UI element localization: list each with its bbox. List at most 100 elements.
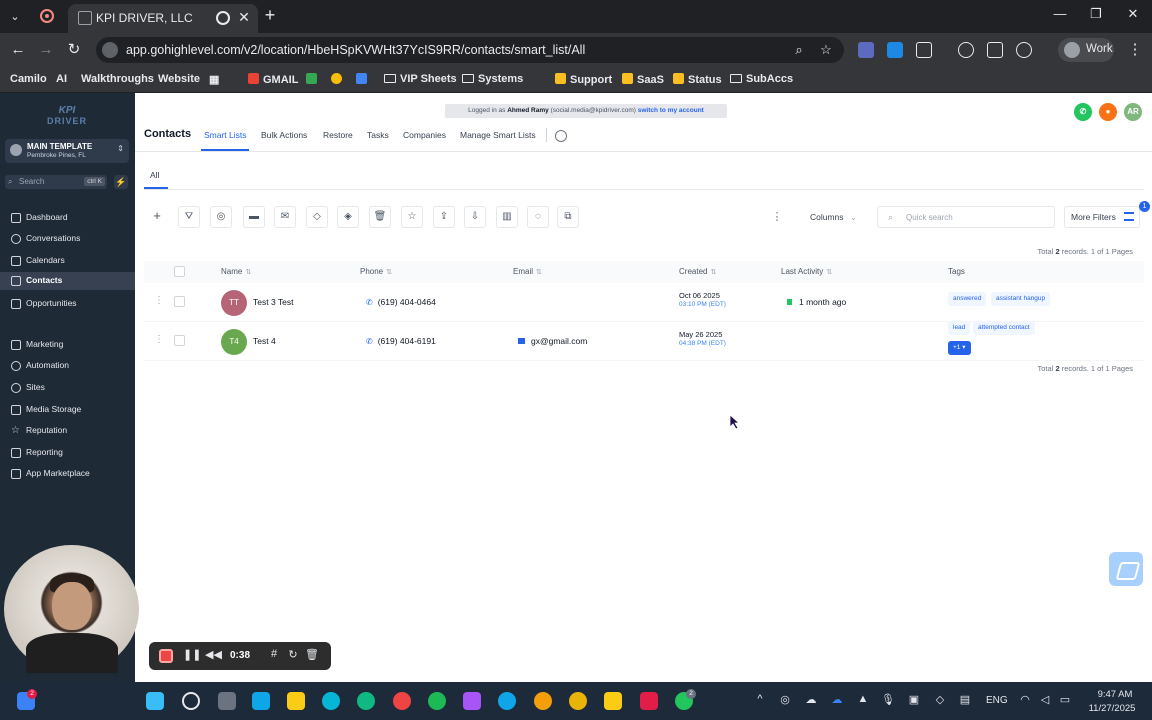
chrome-bookmark-icon[interactable] xyxy=(331,73,346,86)
drive-tray-icon[interactable]: ▲ xyxy=(856,693,870,705)
more-options-icon[interactable]: ⋮ xyxy=(770,210,784,223)
tab-bulk-actions[interactable]: Bulk Actions xyxy=(261,130,307,140)
bookmark-status[interactable]: Status xyxy=(673,73,722,86)
microphone-icon[interactable]: 🎙 xyxy=(881,693,895,706)
tray-app-3-icon[interactable]: ◇ xyxy=(933,693,947,706)
sidebar-item-conversations[interactable]: Conversations xyxy=(0,230,135,248)
add-tag-icon[interactable]: ◇ xyxy=(306,206,328,228)
sidebar-item-automation[interactable]: Automation xyxy=(0,357,135,375)
chrome-icon[interactable] xyxy=(393,692,411,710)
bookmark-camilo[interactable]: Camilo xyxy=(10,73,47,85)
contact-email[interactable]: gx@gmail.com xyxy=(518,336,587,346)
slack-icon[interactable] xyxy=(640,692,658,710)
sidebar-item-contacts[interactable]: Contacts xyxy=(0,272,135,290)
sidebar-search-input[interactable]: ⌕ Search ctrl K xyxy=(5,175,107,189)
account-switcher[interactable]: MAIN TEMPLATE Pembroke Pines, FL ⇕ xyxy=(5,139,129,163)
contact-phone[interactable]: ✆ (619) 404-0464 xyxy=(366,297,436,307)
rewind-icon[interactable]: ◀◀ xyxy=(205,648,222,661)
windows-start-icon[interactable] xyxy=(146,692,164,710)
restore-icon[interactable]: ❐ xyxy=(1086,6,1106,22)
tab-smart-lists[interactable]: Smart Lists xyxy=(204,130,247,140)
columns-button[interactable]: Columns ⌄ xyxy=(800,206,866,228)
bookmark-walkthroughs[interactable]: Walkthroughs xyxy=(81,73,154,85)
battery-icon[interactable]: ▭ xyxy=(1058,693,1072,706)
column-header-email[interactable]: Email ⇅ xyxy=(513,267,542,276)
message-icon[interactable]: ▬ xyxy=(243,206,265,228)
review-star-icon[interactable]: ☆ xyxy=(401,206,423,228)
whatsapp-icon[interactable]: ◌ xyxy=(527,206,549,228)
new-tab-button[interactable]: + xyxy=(262,5,278,25)
bookmark-star-icon[interactable]: ☆ xyxy=(818,42,834,58)
address-bar[interactable]: app.gohighlevel.com/v2/location/HbeHSpKV… xyxy=(96,37,844,63)
stop-recording-button[interactable] xyxy=(159,649,173,663)
bookmark-website[interactable]: Website xyxy=(158,73,200,85)
apps-grid-icon[interactable]: ▦ xyxy=(209,73,219,86)
smart-list-tab-all[interactable]: All xyxy=(150,170,159,180)
extension-1-icon[interactable] xyxy=(858,42,874,58)
bookmark-gmail[interactable]: GMAIL xyxy=(248,73,298,86)
link-icon[interactable] xyxy=(1016,42,1032,58)
wifi-icon[interactable]: ◠ xyxy=(1018,693,1032,706)
sidebar-item-marketing[interactable]: Marketing xyxy=(0,336,135,354)
contact-name[interactable]: Test 4 xyxy=(253,336,276,346)
browser-menu-icon[interactable]: ⋮ xyxy=(1126,41,1144,59)
delete-icon[interactable]: 🗑 xyxy=(369,206,391,228)
extensions-puzzle-icon[interactable] xyxy=(916,42,932,58)
file-explorer-icon[interactable] xyxy=(287,692,305,710)
quick-search-input[interactable]: ⌕ Quick search xyxy=(877,206,1055,228)
row-checkbox[interactable] xyxy=(174,296,185,307)
clock-date[interactable]: 11/27/2025 xyxy=(1084,703,1140,714)
tab-close-icon[interactable]: ✕ xyxy=(236,9,252,26)
url-text[interactable]: app.gohighlevel.com/v2/location/HbeHSpKV… xyxy=(126,43,585,57)
sidebar-item-calendars[interactable]: Calendars xyxy=(0,252,135,270)
minimize-icon[interactable]: — xyxy=(1050,6,1070,21)
cloud-icon[interactable]: ☁ xyxy=(804,693,818,706)
bookmark-saas[interactable]: SaaS xyxy=(622,73,664,86)
window-close-icon[interactable]: ✕ xyxy=(1123,6,1143,22)
tab-search-icon[interactable]: ⌄ xyxy=(6,8,24,26)
duplicate-icon[interactable]: ⧉ xyxy=(557,206,579,228)
sidebar-item-app-marketplace[interactable]: App Marketplace xyxy=(0,465,135,483)
sidebar-item-reporting[interactable]: Reporting xyxy=(0,444,135,462)
edge-beta-icon[interactable] xyxy=(357,692,375,710)
user-avatar[interactable]: AR xyxy=(1124,103,1142,121)
profile-button[interactable]: Work xyxy=(1058,38,1114,62)
edge-icon[interactable] xyxy=(322,692,340,710)
trash-icon[interactable]: 🗑 xyxy=(304,648,320,661)
remove-tag-icon[interactable]: ◈ xyxy=(337,206,359,228)
task-view-icon[interactable] xyxy=(218,692,236,710)
table-row[interactable]: ⋮ TT Test 3 Test ✆ (619) 404-0464 Oct 06 … xyxy=(144,283,1144,322)
search-icon[interactable] xyxy=(182,692,200,710)
pipeline-icon[interactable]: ◎ xyxy=(210,206,232,228)
widgets-icon[interactable] xyxy=(252,692,270,710)
pause-icon[interactable]: ❚❚ xyxy=(183,648,201,661)
select-all-checkbox[interactable] xyxy=(174,266,185,277)
import-icon[interactable]: ⇩ xyxy=(464,206,486,228)
notification-bell-icon[interactable]: ● xyxy=(1099,103,1117,121)
chevron-up-icon[interactable]: ^ xyxy=(753,693,767,705)
passwords-key-icon[interactable] xyxy=(958,42,974,58)
settings-gear-icon[interactable] xyxy=(555,130,567,142)
add-contact-icon[interactable]: + xyxy=(146,206,168,228)
email-icon[interactable]: ✉ xyxy=(274,206,296,228)
chrome-canary-icon[interactable] xyxy=(534,692,552,710)
more-filters-button[interactable]: More Filters xyxy=(1064,206,1140,228)
sidebar-item-reputation[interactable]: ☆ Reputation xyxy=(0,422,135,440)
keyboard-icon[interactable]: ▤ xyxy=(958,693,972,706)
browser-tab-active[interactable]: KPI DRIVER, LLC ✕ xyxy=(68,4,258,33)
sidebar-item-opportunities[interactable]: Opportunities xyxy=(0,295,135,313)
grid-icon[interactable]: # xyxy=(266,648,282,660)
onedrive-icon[interactable]: ☁ xyxy=(830,693,844,706)
reload-icon[interactable]: ↻ xyxy=(65,41,83,59)
column-header-created[interactable]: Created ⇅ xyxy=(679,267,716,276)
bookmark-systems[interactable]: Systems xyxy=(462,73,523,85)
clock-time[interactable]: 9:47 AM xyxy=(1090,689,1140,700)
table-row[interactable]: ⋮ T4 Test 4 ✆ (619) 404-6191 gx@gmail.com… xyxy=(144,321,1144,361)
site-info-icon[interactable] xyxy=(102,42,118,58)
filter-icon[interactable]: ⛛ xyxy=(178,206,200,228)
tab-tasks[interactable]: Tasks xyxy=(367,130,389,140)
tab-manage-smart-lists[interactable]: Manage Smart Lists xyxy=(460,130,536,140)
sidebar-item-sites[interactable]: Sites xyxy=(0,379,135,397)
switch-account-link[interactable]: switch to my account xyxy=(638,107,704,114)
bookmark-support[interactable]: Support xyxy=(555,73,612,86)
